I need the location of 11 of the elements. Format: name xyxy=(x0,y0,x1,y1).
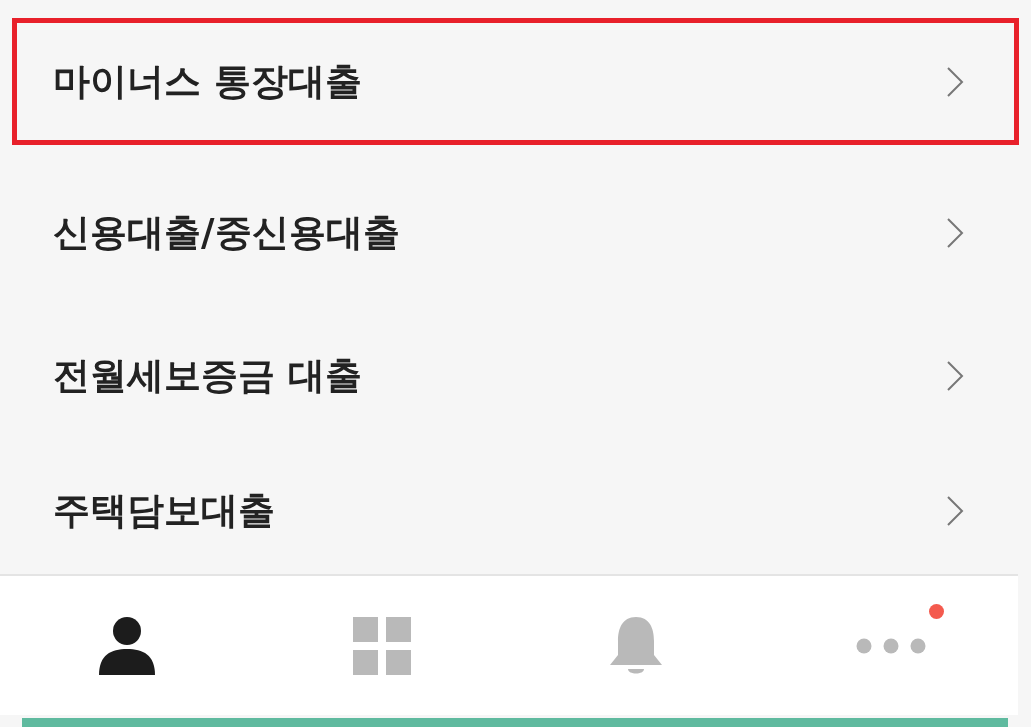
menu-item[interactable]: 주택담보대출 xyxy=(12,447,1019,574)
chevron-right-icon xyxy=(946,65,964,98)
grid-icon[interactable] xyxy=(352,616,411,675)
chevron-right-icon xyxy=(946,494,964,527)
chevron-right-icon xyxy=(946,216,964,249)
person-icon[interactable] xyxy=(99,616,156,675)
menu-item[interactable]: 신용대출/중신용대출 xyxy=(12,161,1019,304)
more-icon[interactable] xyxy=(855,637,926,654)
menu-item[interactable]: 전월세보증금 대출 xyxy=(12,304,1019,447)
chevron-right-icon xyxy=(946,359,964,392)
menu-item[interactable]: 마이너스 통장대출 xyxy=(12,18,1019,145)
